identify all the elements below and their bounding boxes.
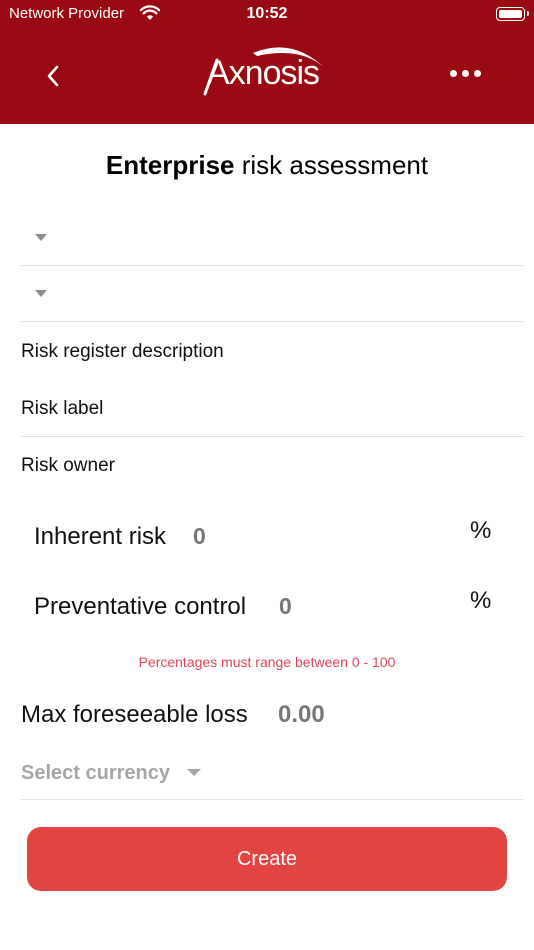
app-header: Network Provider 10:52 Axnosis	[0, 0, 534, 124]
preventative-control-label: Preventative control	[34, 593, 247, 620]
caret-down-icon	[187, 769, 201, 776]
logo-text: Axnosis	[207, 54, 320, 92]
battery-icon	[496, 7, 529, 21]
more-options-button[interactable]	[446, 64, 486, 84]
max-foreseeable-loss-input[interactable]: 0.00	[278, 701, 325, 729]
chevron-left-icon	[47, 65, 59, 87]
caret-down-icon	[35, 234, 47, 241]
dropdown-second[interactable]	[21, 266, 523, 322]
currency-select-label: Select currency	[21, 762, 170, 784]
back-button[interactable]	[38, 58, 70, 94]
page-title: Enterprise risk assessment	[0, 150, 534, 181]
divider	[21, 436, 525, 437]
more-horizontal-icon	[450, 70, 457, 77]
inherent-risk-label: Inherent risk	[34, 523, 167, 550]
risk-label-field[interactable]: Risk label	[21, 398, 103, 420]
status-bar: Network Provider 10:52	[0, 0, 534, 28]
percent-sign: %	[470, 517, 492, 544]
inherent-risk-row: Inherent risk 0 %	[34, 515, 504, 555]
risk-register-description-field[interactable]: Risk register description	[21, 341, 224, 363]
axnosis-logo: Axnosis	[195, 40, 335, 96]
inherent-risk-input[interactable]: 0	[193, 523, 206, 550]
percent-sign: %	[470, 587, 492, 614]
risk-owner-field[interactable]: Risk owner	[21, 455, 115, 477]
create-button[interactable]: Create	[27, 827, 507, 891]
caret-down-icon	[35, 290, 47, 297]
clock: 10:52	[246, 5, 288, 22]
dropdown-first[interactable]	[21, 210, 523, 266]
page-title-rest: risk assessment	[234, 150, 429, 180]
percentage-range-hint: Percentages must range between 0 - 100	[138, 654, 396, 670]
page-title-bold: Enterprise	[105, 150, 235, 180]
preventative-control-row: Preventative control 0 %	[34, 585, 504, 625]
max-foreseeable-loss-label: Max foreseeable loss	[21, 701, 248, 728]
preventative-control-input[interactable]: 0	[279, 593, 292, 620]
currency-select[interactable]: Select currency	[21, 760, 523, 800]
